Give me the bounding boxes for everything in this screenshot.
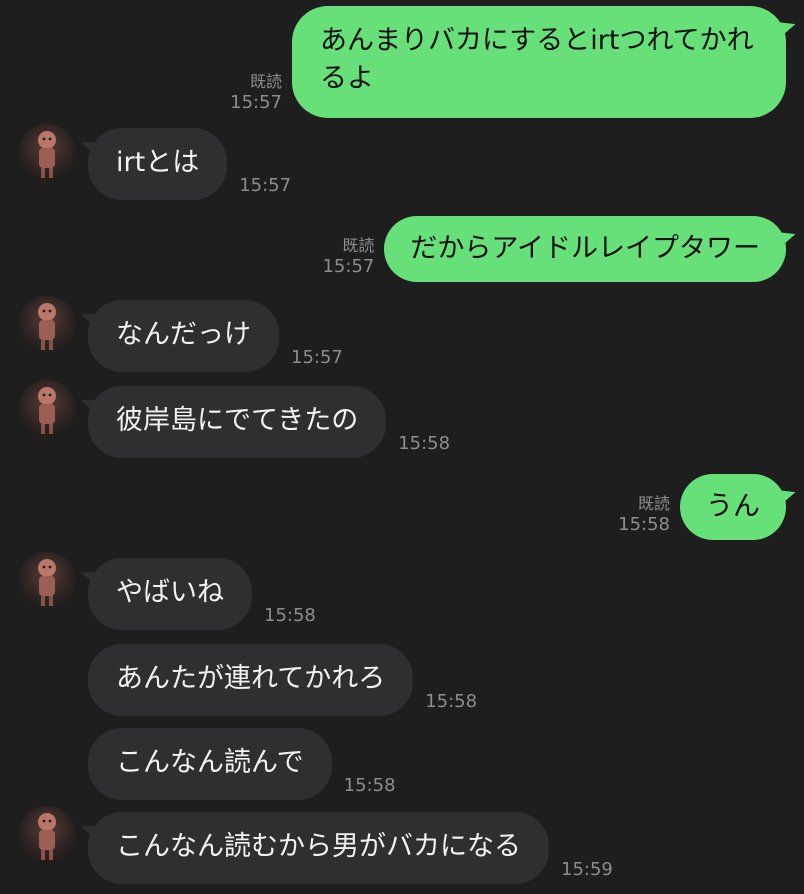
- incoming-bubble[interactable]: あんたが連れてかれろ: [88, 644, 414, 716]
- timestamp: 15:59: [561, 859, 613, 880]
- incoming-bubble[interactable]: こんなん読んで: [88, 728, 332, 800]
- outgoing-bubble[interactable]: あんまりバカにするとirtつれてかれるよ: [292, 6, 786, 118]
- message-meta: 既読 15:57: [230, 72, 282, 115]
- message-row-incoming: 彼岸島にでてきたの 15:58: [88, 386, 450, 458]
- read-receipt: 既読: [637, 493, 670, 513]
- incoming-bubble[interactable]: こんなん読むから男がバカになる: [88, 812, 549, 884]
- outgoing-bubble[interactable]: だからアイドルレイプタワー: [384, 216, 786, 282]
- incoming-bubble[interactable]: やばいね: [88, 558, 252, 630]
- message-row-outgoing: 既読 15:57 だからアイドルレイプタワー: [322, 216, 786, 282]
- timestamp: 15:57: [230, 91, 282, 113]
- message-row-incoming: あんたが連れてかれろ 15:58: [88, 644, 477, 716]
- read-receipt: 既読: [342, 235, 375, 255]
- message-row-outgoing: 既読 15:57 あんまりバカにするとirtつれてかれるよ: [230, 6, 786, 118]
- chat-thread[interactable]: 既読 15:57 あんまりバカにするとirtつれてかれるよ irtとは 15:5…: [0, 0, 804, 894]
- incoming-bubble[interactable]: irtとは: [88, 128, 228, 200]
- avatar-figure-icon: [38, 131, 56, 178]
- timestamp: 15:57: [239, 175, 292, 196]
- message-row-incoming: やばいね 15:58: [88, 558, 316, 630]
- avatar[interactable]: [18, 380, 76, 438]
- read-receipt: 既読: [249, 71, 282, 91]
- avatar-figure-icon: [38, 813, 56, 860]
- incoming-bubble[interactable]: なんだっけ: [88, 300, 279, 372]
- outgoing-bubble[interactable]: うん: [680, 474, 786, 540]
- message-meta: 既読 15:57: [322, 236, 374, 279]
- avatar[interactable]: [18, 296, 76, 354]
- timestamp: 15:57: [291, 347, 343, 368]
- message-row-incoming: なんだっけ 15:57: [88, 300, 343, 372]
- timestamp: 15:58: [398, 433, 451, 454]
- avatar[interactable]: [18, 124, 76, 182]
- incoming-bubble[interactable]: 彼岸島にでてきたの: [88, 386, 387, 458]
- timestamp: 15:58: [618, 513, 670, 535]
- avatar-figure-icon: [38, 387, 56, 434]
- avatar-figure-icon: [38, 559, 56, 606]
- message-row-incoming: こんなん読むから男がバカになる 15:59: [88, 812, 613, 884]
- avatar[interactable]: [18, 552, 76, 610]
- timestamp: 15:58: [264, 605, 316, 626]
- message-row-incoming: irtとは 15:57: [88, 128, 291, 200]
- timestamp: 15:58: [343, 775, 396, 796]
- avatar-figure-icon: [38, 303, 56, 350]
- message-meta: 既読 15:58: [618, 494, 670, 537]
- message-row-outgoing: 既読 15:58 うん: [618, 474, 786, 540]
- message-row-incoming: こんなん読んで 15:58: [88, 728, 396, 800]
- timestamp: 15:58: [425, 691, 478, 712]
- avatar[interactable]: [18, 806, 76, 864]
- timestamp: 15:57: [322, 255, 375, 277]
